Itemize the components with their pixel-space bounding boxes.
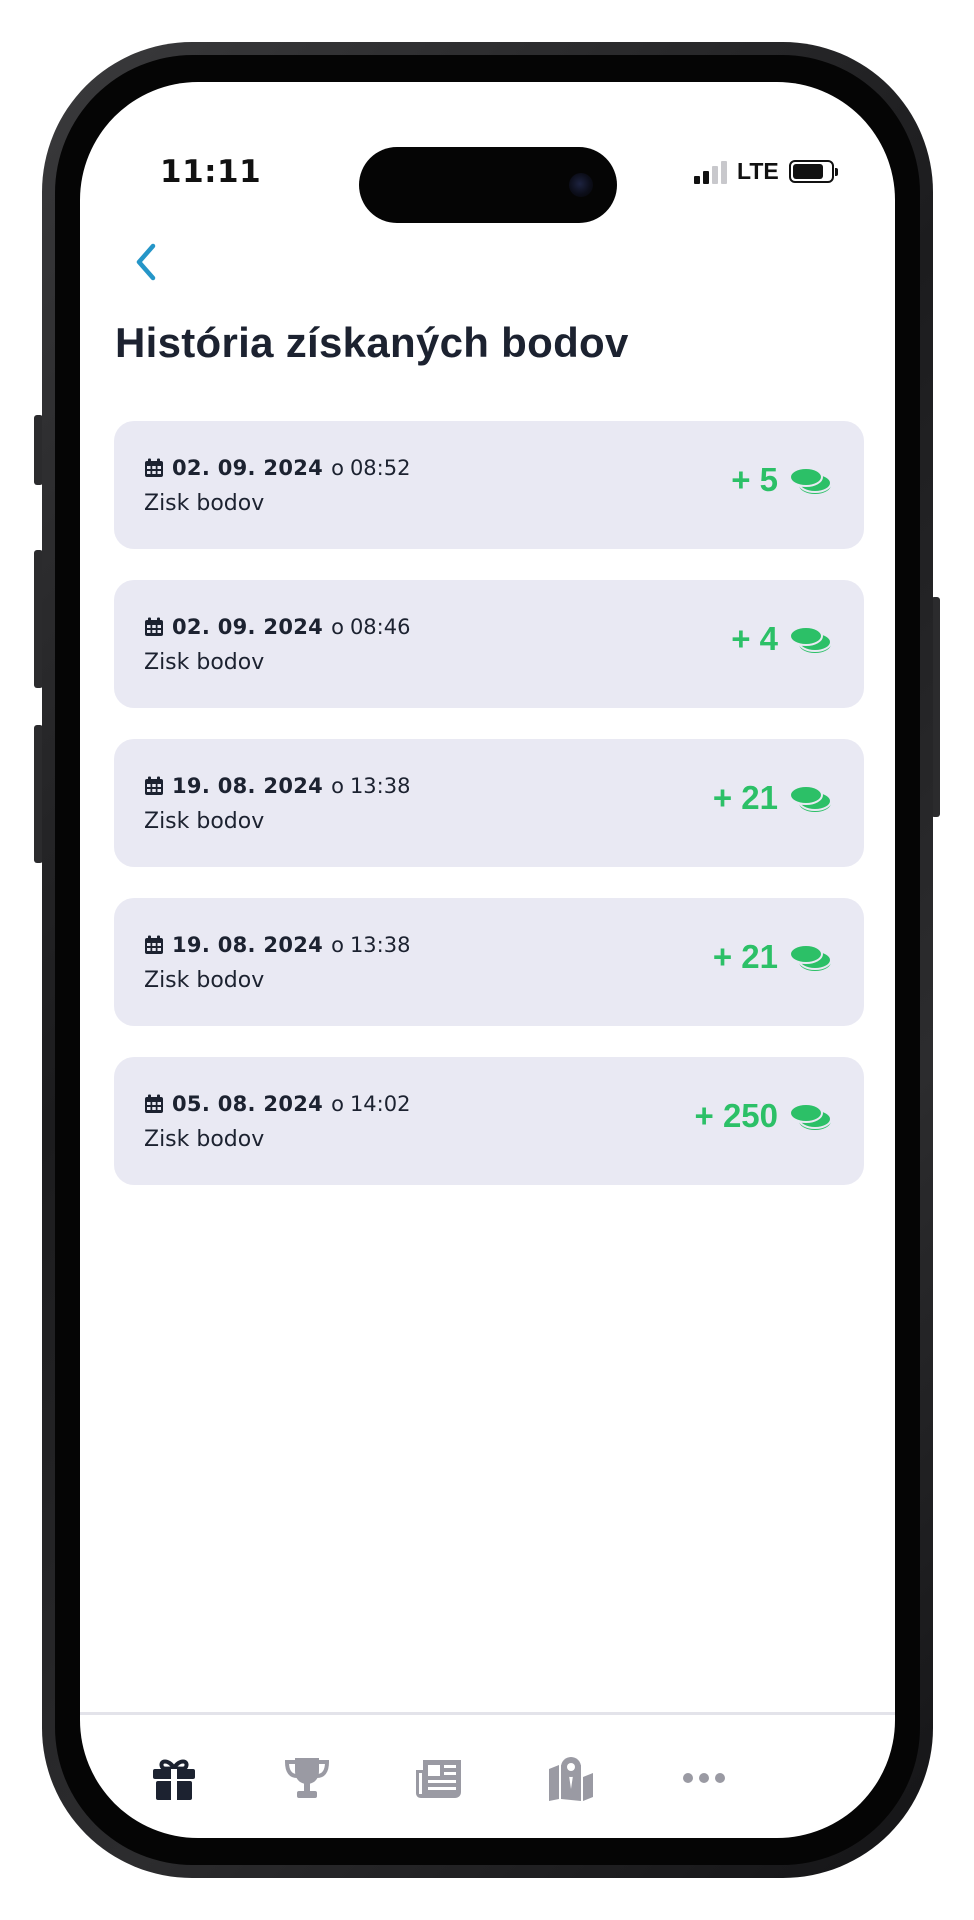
history-item-date: 19. 08. 2024 xyxy=(172,933,324,957)
coins-icon xyxy=(789,944,832,971)
history-item-points: + 5 xyxy=(731,461,834,499)
history-item-label: Zisk bodov xyxy=(144,1127,265,1152)
history-item-time: 08:52 xyxy=(349,456,411,480)
history-item-time-prefix: o xyxy=(331,774,344,798)
points-history-list: 02. 09. 2024 o 08:52 Zisk bodov + 5 02. … xyxy=(114,421,864,1216)
tab-map[interactable] xyxy=(541,1750,601,1806)
gift-icon xyxy=(153,1759,195,1800)
history-item-date: 02. 09. 2024 xyxy=(172,456,324,480)
history-item-time-prefix: o xyxy=(331,456,344,480)
history-item-time: 08:46 xyxy=(349,615,411,639)
points-value: + 250 xyxy=(694,1097,779,1134)
tab-news[interactable] xyxy=(409,1750,469,1806)
calendar-icon xyxy=(145,1094,163,1113)
history-item-points: + 21 xyxy=(713,938,834,976)
history-item: 19. 08. 2024 o 13:38 Zisk bodov + 21 xyxy=(114,898,864,1026)
phone-screen: 11:11 LTE História získaných bodov 02. 0… xyxy=(80,82,895,1838)
history-item-label: Zisk bodov xyxy=(144,968,265,993)
history-item-date: 02. 09. 2024 xyxy=(172,615,324,639)
points-value: + 21 xyxy=(712,938,778,975)
tab-competitions[interactable] xyxy=(277,1750,337,1806)
camera-icon xyxy=(569,173,593,197)
points-value: + 4 xyxy=(731,620,778,657)
coins-icon xyxy=(789,1103,832,1130)
history-item-time: 13:38 xyxy=(349,933,411,957)
back-button[interactable] xyxy=(122,234,170,290)
signal-icon xyxy=(694,160,727,184)
network-type: LTE xyxy=(737,158,779,184)
calendar-icon xyxy=(145,935,163,954)
chevron-left-icon xyxy=(136,243,156,281)
points-value: + 21 xyxy=(712,779,778,816)
history-item-label: Zisk bodov xyxy=(144,809,265,834)
points-value: + 5 xyxy=(731,461,778,498)
page-title: História získaných bodov xyxy=(115,319,629,366)
map-icon xyxy=(549,1757,593,1801)
history-item: 02. 09. 2024 o 08:52 Zisk bodov + 5 xyxy=(114,421,864,549)
history-item-time: 13:38 xyxy=(349,774,411,798)
history-item-datetime: 05. 08. 2024 o 14:02 xyxy=(144,1092,410,1116)
history-item-datetime: 19. 08. 2024 o 13:38 xyxy=(144,774,410,798)
coins-icon xyxy=(789,467,832,494)
coins-icon xyxy=(789,626,832,653)
tab-bar-divider xyxy=(80,1712,895,1715)
history-item-time: 14:02 xyxy=(349,1092,411,1116)
calendar-icon xyxy=(145,617,163,636)
history-item-points: + 4 xyxy=(731,620,834,658)
tab-more[interactable] xyxy=(674,1750,734,1806)
history-item-points: + 250 xyxy=(695,1097,835,1135)
history-item-points: + 21 xyxy=(713,779,834,817)
trophy-icon xyxy=(284,1758,330,1798)
newspaper-icon xyxy=(416,1760,461,1798)
status-indicators: LTE xyxy=(694,158,838,185)
history-item: 02. 09. 2024 o 08:46 Zisk bodov + 4 xyxy=(114,580,864,708)
history-item-date: 19. 08. 2024 xyxy=(172,774,324,798)
more-icon xyxy=(683,1773,725,1783)
calendar-icon xyxy=(145,458,163,477)
dynamic-island xyxy=(359,147,617,223)
tab-rewards[interactable] xyxy=(144,1750,204,1806)
calendar-icon xyxy=(145,776,163,795)
phone-frame: 11:11 LTE História získaných bodov 02. 0… xyxy=(42,42,933,1878)
history-item-label: Zisk bodov xyxy=(144,491,265,516)
history-item-datetime: 19. 08. 2024 o 13:38 xyxy=(144,933,410,957)
history-item-datetime: 02. 09. 2024 o 08:52 xyxy=(144,456,410,480)
battery-icon xyxy=(788,160,838,183)
history-item-date: 05. 08. 2024 xyxy=(172,1092,324,1116)
history-item: 19. 08. 2024 o 13:38 Zisk bodov + 21 xyxy=(114,739,864,867)
coins-icon xyxy=(789,785,832,812)
history-item-label: Zisk bodov xyxy=(144,650,265,675)
history-item-datetime: 02. 09. 2024 o 08:46 xyxy=(144,615,410,639)
history-item: 05. 08. 2024 o 14:02 Zisk bodov + 250 xyxy=(114,1057,864,1185)
history-item-time-prefix: o xyxy=(331,1092,344,1116)
history-item-time-prefix: o xyxy=(331,933,344,957)
status-time: 11:11 xyxy=(160,154,262,190)
bottom-tab-bar xyxy=(80,1750,895,1810)
history-item-time-prefix: o xyxy=(331,615,344,639)
